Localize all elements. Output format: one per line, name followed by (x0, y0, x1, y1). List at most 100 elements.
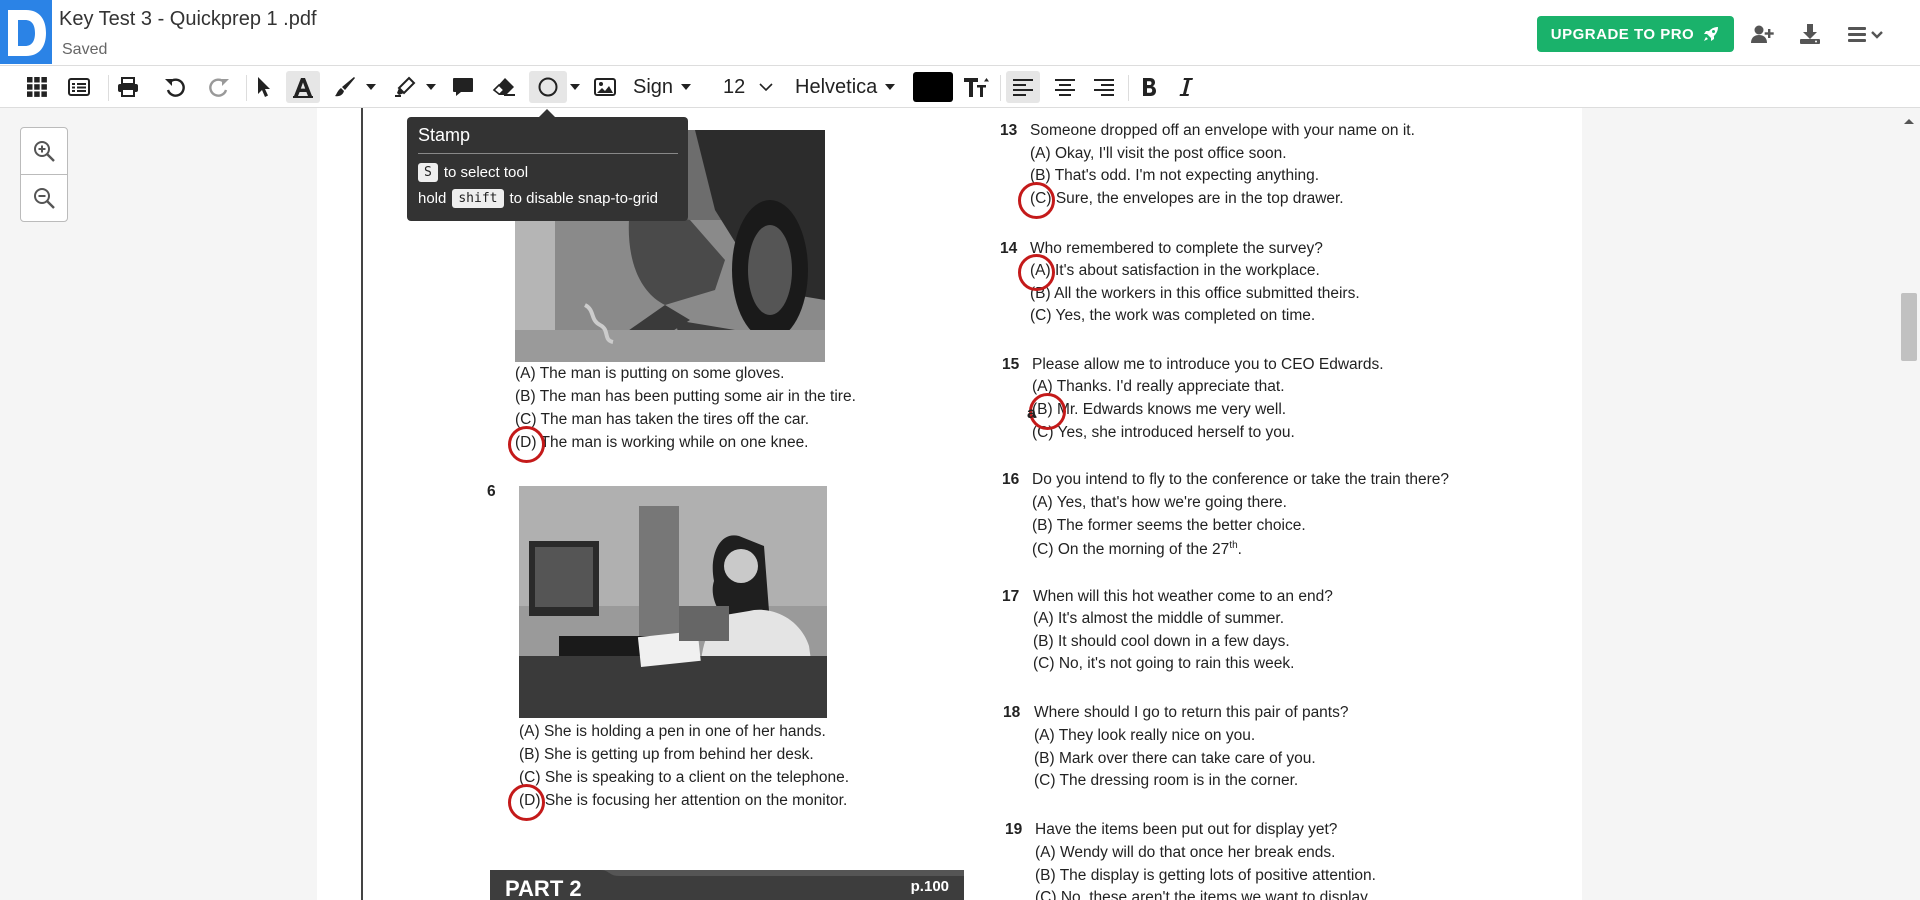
align-left-icon[interactable] (1006, 71, 1040, 103)
q5-option-c: (C) The man has taken the tires off the … (515, 411, 810, 428)
q15-option-b: (B) Mr. Edwards knows me very well. (1032, 401, 1287, 418)
outline-list-icon[interactable] (64, 71, 94, 103)
q16-option-a: (A) Yes, that's how we're going there. (1032, 494, 1287, 511)
q15-option-c: (C) Yes, she introduced herself to you. (1032, 424, 1295, 441)
q6-option-c: (C) She is speaking to a client on the t… (519, 769, 850, 786)
document-title[interactable]: Key Test 3 - Quickprep 1 .pdf (59, 8, 317, 31)
q13-option-c: (C) Sure, the envelopes are in the top d… (1030, 190, 1344, 207)
upgrade-label: UPGRADE TO PRO (1550, 25, 1695, 43)
draw-options-caret-icon[interactable] (366, 79, 376, 95)
page-content: (A) The man is putting on some gloves. (… (317, 108, 1582, 900)
align-center-icon[interactable] (1050, 71, 1080, 103)
rocket-icon (1704, 27, 1719, 41)
chevron-down-icon (759, 83, 773, 91)
bold-icon[interactable] (1135, 71, 1163, 103)
vertical-scrollbar[interactable] (1898, 108, 1920, 900)
page-margin-line (361, 108, 363, 900)
toolbar-divider (1128, 75, 1129, 101)
q13-option-b: (B) That's odd. I'm not expecting anythi… (1030, 167, 1320, 184)
stamp-shape-icon[interactable] (529, 71, 567, 103)
print-icon[interactable] (113, 71, 143, 103)
q5-option-b: (B) The man has been putting some air in… (515, 388, 856, 405)
add-user-icon[interactable] (1748, 20, 1776, 48)
q17-option-a: (A) It's almost the middle of summer. (1033, 610, 1285, 627)
q18-number: 18 (1003, 704, 1021, 721)
q19-option-a: (A) Wendy will do that once her break en… (1035, 844, 1336, 861)
text-size-icon[interactable] (961, 71, 991, 103)
q16-option-c: (C) On the morning of the 27th. (1032, 540, 1242, 559)
app-logo[interactable] (0, 0, 52, 64)
q15-option-a: (A) Thanks. I'd really appreciate that. (1032, 378, 1285, 395)
part-page-ref: p.100 (910, 878, 949, 895)
q19-question: Have the items been put out for display … (1035, 821, 1338, 838)
redo-icon[interactable] (204, 71, 234, 103)
highlighter-options-caret-icon[interactable] (426, 79, 436, 95)
select-arrow-icon[interactable] (251, 71, 277, 103)
sign-dropdown[interactable]: Sign (633, 72, 692, 102)
part-2-banner: PART 2 p.100 (490, 870, 964, 900)
q14-question: Who remembered to complete the survey? (1030, 240, 1323, 257)
q18-question: Where should I go to return this pair of… (1034, 704, 1349, 721)
chevron-down-icon (681, 84, 692, 90)
q18-option-b: (B) Mark over there can take care of you… (1034, 750, 1316, 767)
chevron-down-icon (885, 84, 896, 90)
main-menu-icon[interactable] (1846, 20, 1886, 48)
q14-option-a: (A) It's about satisfaction in the workp… (1030, 262, 1320, 279)
font-size-value: 12 (723, 75, 746, 98)
office-worker-photo (519, 486, 827, 718)
text-color-swatch[interactable] (913, 72, 953, 102)
answer-circle-annotation[interactable] (508, 784, 545, 821)
tooltip-title: Stamp (418, 125, 471, 145)
q16-suffix: . (1237, 541, 1242, 559)
q17-option-b: (B) It should cool down in a few days. (1033, 633, 1290, 650)
toolbar-divider (246, 75, 247, 101)
zoom-controls (20, 127, 68, 222)
q16-option-c-text: (C) On the morning of the 27 (1032, 541, 1230, 559)
highlighter-icon[interactable] (392, 71, 418, 103)
comment-icon[interactable] (449, 71, 477, 103)
eraser-icon[interactable] (490, 71, 518, 103)
q15-question: Please allow me to introduce you to CEO … (1032, 356, 1384, 373)
logo-icon (8, 10, 46, 56)
download-icon[interactable] (1796, 20, 1824, 48)
italic-icon[interactable] (1174, 71, 1198, 103)
font-family-dropdown[interactable]: Helvetica (795, 72, 896, 102)
tooltip-line-1: S to select tool (418, 163, 528, 182)
upgrade-to-pro-button[interactable]: UPGRADE TO PRO (1537, 16, 1734, 52)
draw-brush-icon[interactable] (332, 71, 358, 103)
q6-option-a: (A) She is holding a pen in one of her h… (519, 723, 826, 740)
q18-option-a: (A) They look really nice on you. (1034, 727, 1256, 744)
shortcut-key-shift: shift (452, 189, 504, 208)
q17-option-c: (C) No, it's not going to rain this week… (1033, 655, 1295, 672)
q13-number: 13 (1000, 122, 1018, 139)
text-tool-icon[interactable] (286, 71, 320, 103)
q19-number: 19 (1005, 821, 1023, 838)
undo-icon[interactable] (160, 71, 190, 103)
q13-option-a: (A) Okay, I'll visit the post office soo… (1030, 145, 1287, 162)
font-family-value: Helvetica (795, 75, 878, 98)
thumbnails-grid-icon[interactable] (22, 71, 52, 103)
part-label: PART 2 (505, 876, 582, 900)
q18-option-c: (C) The dressing room is in the corner. (1034, 772, 1299, 789)
zoom-out-icon[interactable] (21, 175, 67, 221)
align-right-icon[interactable] (1089, 71, 1119, 103)
q15-number: 15 (1002, 356, 1020, 373)
pdf-page[interactable]: (A) The man is putting on some gloves. (… (317, 108, 1582, 900)
answer-circle-annotation[interactable] (1018, 254, 1055, 291)
tooltip-line-2-text: to disable snap-to-grid (509, 190, 658, 207)
image-icon[interactable] (590, 71, 620, 103)
font-size-dropdown[interactable]: 12 (723, 72, 773, 102)
q6-option-d: (D) She is focusing her attention on the… (519, 792, 848, 809)
shape-options-caret-icon[interactable] (570, 79, 580, 95)
q16-option-b: (B) The former seems the better choice. (1032, 517, 1306, 534)
scroll-up-arrow-icon[interactable] (1903, 113, 1915, 124)
top-bar: Key Test 3 - Quickprep 1 .pdf Saved UPGR… (0, 0, 1920, 66)
sign-label: Sign (633, 75, 674, 98)
q16-question: Do you intend to fly to the conference o… (1032, 471, 1450, 488)
zoom-in-icon[interactable] (21, 128, 67, 174)
text-annotation[interactable]: a (1027, 405, 1036, 423)
scrollbar-thumb[interactable] (1901, 293, 1917, 361)
q5-option-d: (D) The man is working while on one knee… (515, 434, 809, 451)
answer-circle-annotation[interactable] (508, 426, 545, 463)
answer-circle-annotation[interactable] (1018, 182, 1055, 219)
